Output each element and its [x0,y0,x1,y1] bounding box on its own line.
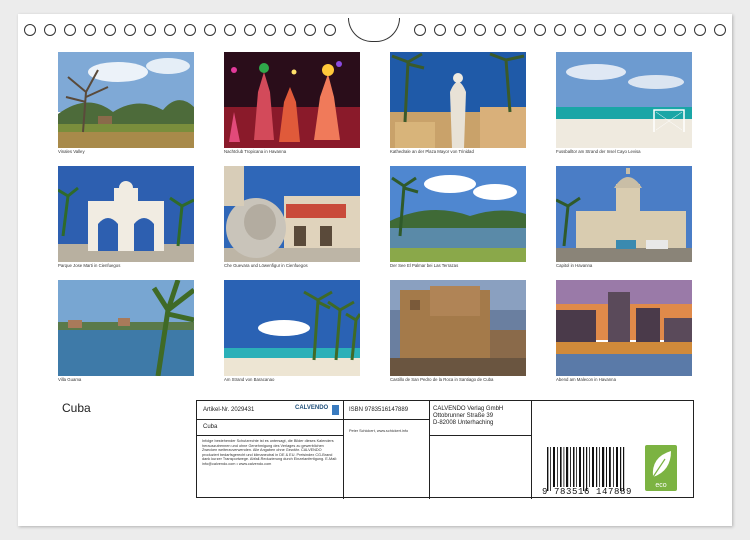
binding-ring [654,24,666,36]
photo-cayo-levisa-beach [556,52,692,148]
binding-ring [694,24,706,36]
publisher-name: CALVENDO Verlag GmbH [433,406,504,412]
binding-ring [494,24,506,36]
binding-ring [594,24,606,36]
binding-ring [84,24,96,36]
publisher-street: Ottobrunner Straße 39 [433,413,494,419]
legal-notice: Infolge bestehender Schutzrechte ist es … [202,439,338,466]
binding-ring [184,24,196,36]
binding-ring [634,24,646,36]
binding-ring [104,24,116,36]
photo-caption: Kathedrale an der Plaza Mayor von Trinid… [390,149,474,154]
binding-ring [304,24,316,36]
photo-vinales-valley [58,52,194,148]
photo-baracanao-beach [224,280,360,376]
binding-ring [224,24,236,36]
photo-villa-guama [58,280,194,376]
photo-caption: Am Strand von Baracanao [224,377,275,382]
eco-badge: eco [645,445,677,491]
photo-caption: Capitol in Havanna [556,263,593,268]
calvendo-logo-text: CALVENDO [295,405,329,411]
binding-ring [24,24,36,36]
photo-capitol-havana [556,166,692,262]
photo-castillo-san-pedro [390,280,526,376]
binding-ring [144,24,156,36]
article-number: Artikel-Nr. 2029431 [203,407,255,413]
binding-ring [284,24,296,36]
binding-ring [164,24,176,36]
hanger-notch [348,18,400,42]
binding-ring [614,24,626,36]
binding-ring [264,24,276,36]
photo-caption: Castillo de San Pedro de la Roca in Sant… [390,377,494,382]
calvendo-logo: CALVENDO [295,405,339,417]
binding-ring [674,24,686,36]
barcode-number: 9 783516 147889 [542,487,633,497]
publisher-city: D-82008 Unterhaching [433,420,494,426]
binding-ring [454,24,466,36]
binding-ring [44,24,56,36]
photo-el-palmar-lake [390,166,526,262]
isbn: ISBN 9783516147889 [349,407,409,413]
photo-caption: Che Guevara und Löwenfigur in Cienfuegos [224,263,308,268]
photo-caption: Parque Jose Marti in Cienfuegos [58,263,121,268]
binding-ring [714,24,726,36]
author-credit: Peter Schickert, www.schickert.info [349,429,409,433]
eco-label: eco [655,482,667,489]
binding-ring [474,24,486,36]
photo-caption: Fussballtor am Strand der Insel Cayo Lev… [556,149,641,154]
isbn-barcode [547,447,625,491]
calendar-title: Cuba [62,401,91,415]
photo-caption: Nachtclub Tropicana in Havanna [224,149,287,154]
binding-ring [514,24,526,36]
photo-trinidad-cathedral [390,52,526,148]
photo-che-guevara-lion [224,166,360,262]
binding-ring [324,24,336,36]
binding-ring [244,24,256,36]
photo-caption: Vinales Valley [58,149,85,154]
binding-ring [434,24,446,36]
binding-ring [124,24,136,36]
binding-ring [554,24,566,36]
binding-ring [64,24,76,36]
photo-tropicana [224,52,360,148]
photo-parque-jose-marti [58,166,194,262]
photo-caption: Villa Guama [58,377,82,382]
product-info-box: Artikel-Nr. 2029431 CALVENDO Cuba Infolg… [196,400,694,499]
photo-malecon-evening [556,280,692,376]
binding-ring [534,24,546,36]
photo-caption: Der See El Palmar bei Las Terrazas [390,263,459,268]
binding-ring [414,24,426,36]
calendar-page: Vinales Valley Nachtclub Tropicana in Ha… [18,14,732,526]
calvendo-logo-mark [332,405,339,415]
binding-ring [574,24,586,36]
product-title: Cuba [203,424,218,430]
photo-caption: Abend am Malecon in Havanna [556,377,616,382]
binding-ring [204,24,216,36]
